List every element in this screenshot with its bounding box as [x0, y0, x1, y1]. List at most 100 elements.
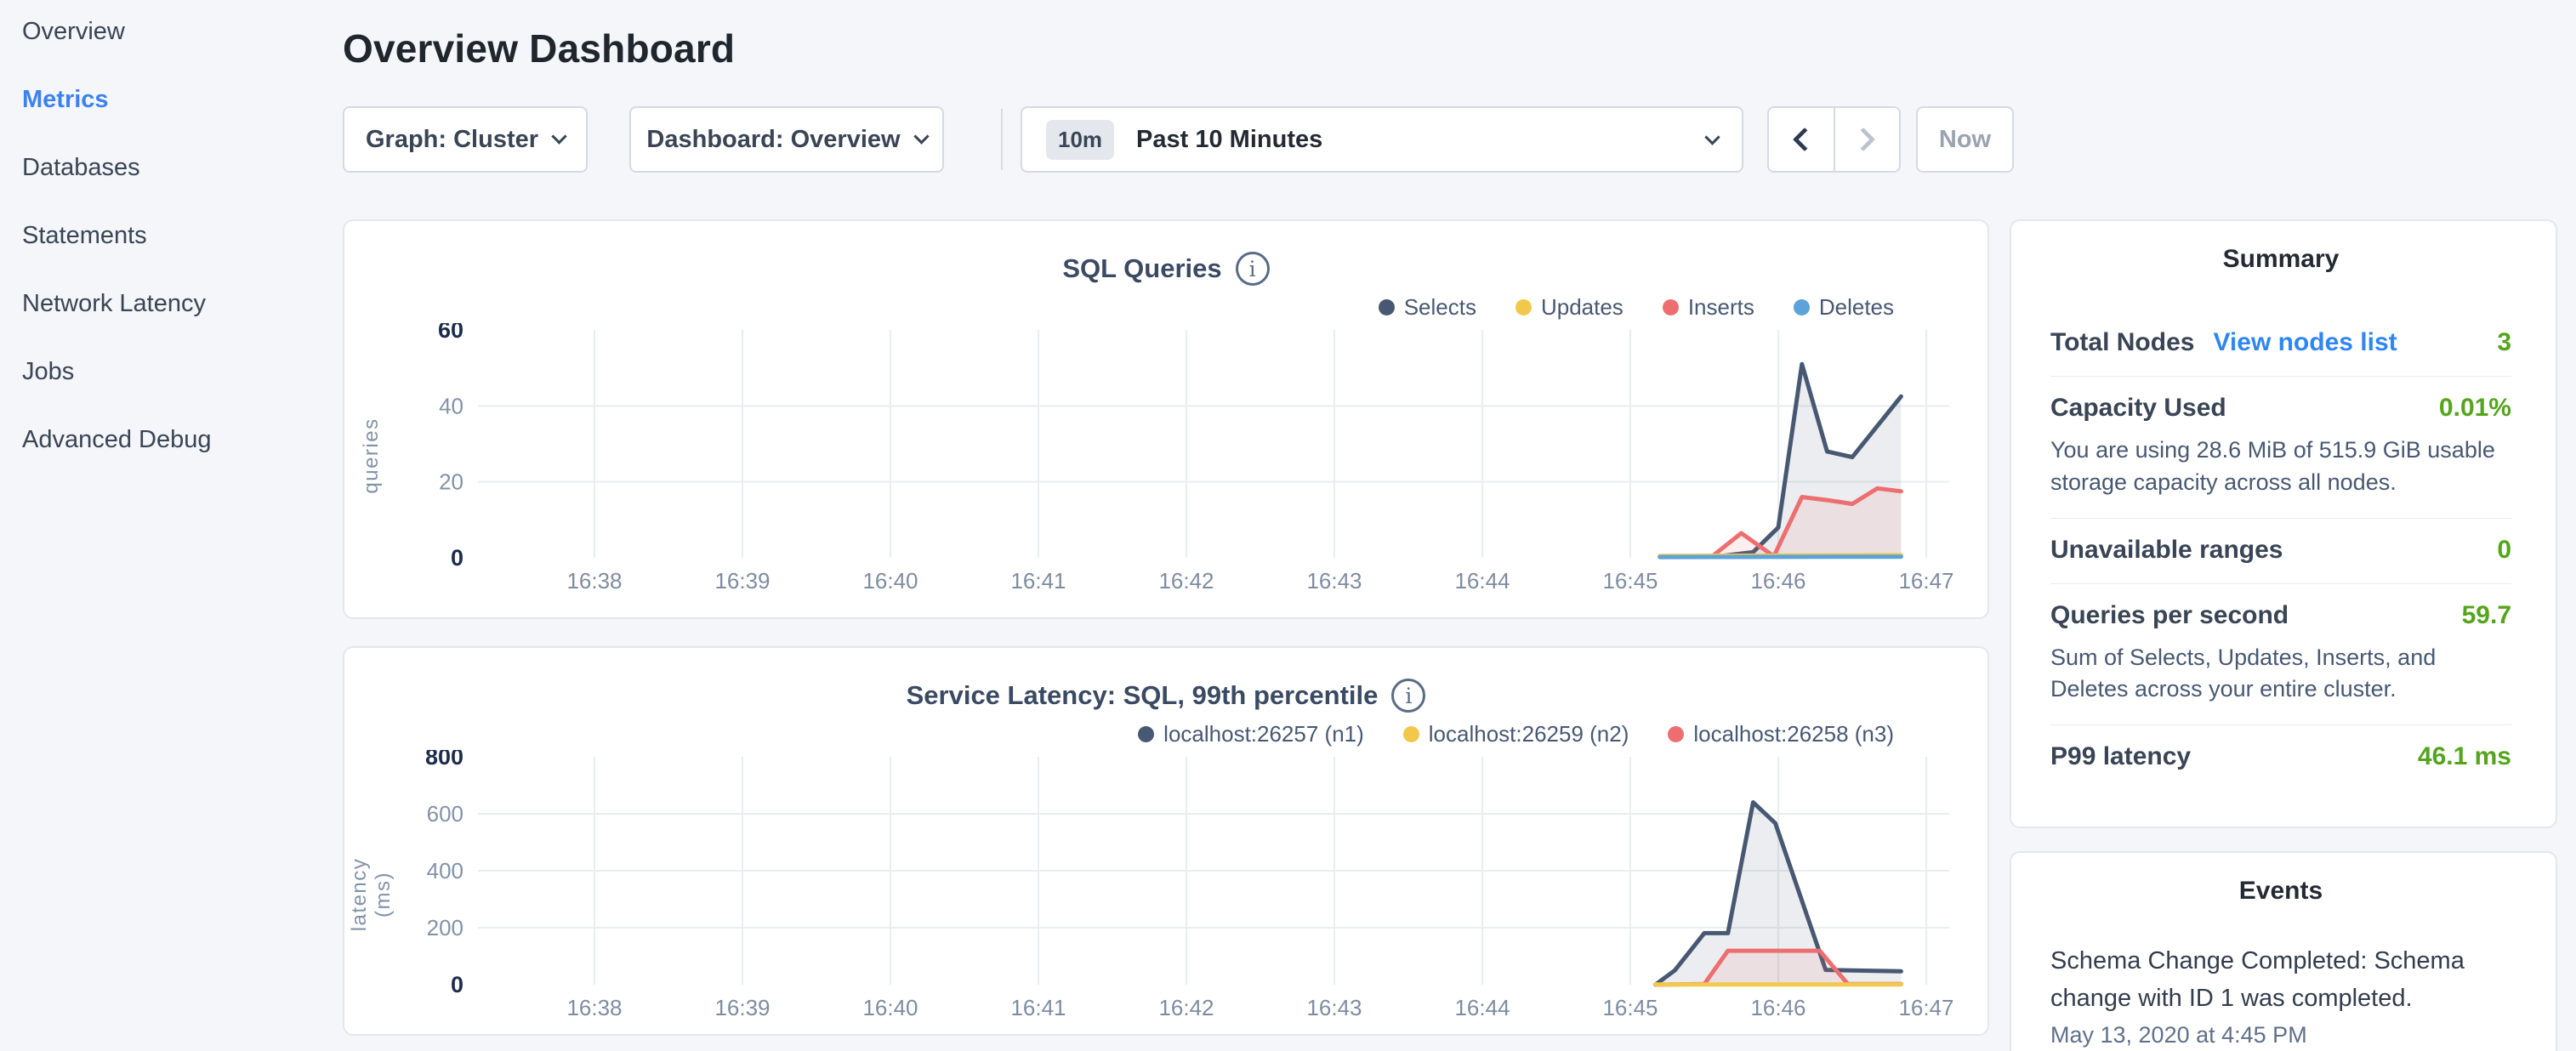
- svg-text:16:43: 16:43: [1306, 995, 1362, 1020]
- page-title: Overview Dashboard: [343, 26, 735, 71]
- summary-title: Summary: [2050, 245, 2511, 274]
- svg-text:16:40: 16:40: [862, 568, 918, 594]
- svg-text:20: 20: [439, 469, 463, 495]
- summary-label: P99 latency: [2050, 742, 2191, 771]
- events-title: Events: [2050, 877, 2511, 906]
- summary-value: 59.7: [2462, 601, 2511, 630]
- sidebar-item-advanced-debug[interactable]: Advanced Debug: [22, 418, 340, 461]
- time-back-button[interactable]: [1769, 108, 1834, 171]
- time-range-badge: 10m: [1046, 120, 1114, 160]
- now-button-label: Now: [1939, 126, 1991, 154]
- summary-value: 0: [2497, 536, 2511, 565]
- svg-text:400: 400: [427, 858, 463, 883]
- app-root: Overview Metrics Databases Statements Ne…: [0, 0, 2576, 1051]
- svg-text:16:46: 16:46: [1750, 568, 1805, 594]
- svg-text:16:41: 16:41: [1010, 568, 1066, 594]
- svg-text:800: 800: [425, 750, 463, 770]
- summary-label: Capacity Used: [2050, 394, 2226, 423]
- event-text: Schema Change Completed: Schema change w…: [2050, 943, 2511, 1017]
- info-icon[interactable]: i: [1236, 252, 1270, 286]
- toolbar-divider: [1001, 109, 1003, 170]
- svg-text:16:39: 16:39: [714, 995, 770, 1020]
- svg-text:16:44: 16:44: [1454, 995, 1510, 1020]
- time-range-dropdown[interactable]: 10m Past 10 Minutes: [1021, 106, 1743, 173]
- chart-svg: 16:3816:3916:4016:4116:4216:4316:4416:45…: [344, 323, 1991, 604]
- now-button[interactable]: Now: [1916, 106, 2014, 173]
- svg-text:600: 600: [427, 801, 463, 827]
- svg-text:16:38: 16:38: [566, 568, 622, 594]
- legend-item: localhost:26259 (n2): [1403, 721, 1629, 747]
- svg-text:16:40: 16:40: [862, 995, 918, 1020]
- summary-row-p99-latency: P99 latency 46.1 ms: [2050, 725, 2511, 790]
- summary-panel: Summary Total Nodes View nodes list 3 Ca…: [2010, 219, 2557, 828]
- time-forward-button[interactable]: [1834, 108, 1900, 171]
- svg-text:200: 200: [427, 915, 463, 940]
- chevron-left-icon: [1793, 128, 1817, 151]
- view-nodes-list-link[interactable]: View nodes list: [2213, 328, 2397, 357]
- legend-item: Deletes: [1794, 294, 1894, 321]
- chevron-down-icon: [1704, 129, 1720, 145]
- sidebar-item-overview[interactable]: Overview: [22, 10, 340, 53]
- summary-row-queries-per-second: Queries per second 59.7 Sum of Selects, …: [2050, 584, 2511, 725]
- chevron-right-icon: [1851, 128, 1875, 151]
- svg-text:16:38: 16:38: [566, 995, 622, 1020]
- legend-item: localhost:26257 (n1): [1138, 721, 1364, 747]
- legend-item: Inserts: [1663, 294, 1754, 321]
- svg-text:0: 0: [451, 545, 463, 571]
- summary-value: 0.01%: [2439, 394, 2511, 423]
- sidebar: Overview Metrics Databases Statements Ne…: [0, 0, 340, 1051]
- legend-dot: [1403, 726, 1419, 742]
- legend-item: localhost:26258 (n3): [1668, 721, 1894, 747]
- time-range-label: Past 10 Minutes: [1136, 126, 1322, 154]
- chart-title: Service Latency: SQL, 99th percentile: [907, 680, 1379, 711]
- service-latency-chart-card: Service Latency: SQL, 99th percentile i …: [343, 646, 1989, 1036]
- dashboard-dropdown[interactable]: Dashboard: Overview: [629, 106, 944, 173]
- dashboard-dropdown-label: Dashboard: Overview: [646, 126, 900, 154]
- sidebar-item-statements[interactable]: Statements: [22, 214, 340, 257]
- legend-dot: [1515, 299, 1532, 315]
- event-timestamp: May 13, 2020 at 4:45 PM: [2050, 1022, 2511, 1048]
- svg-text:60: 60: [438, 323, 463, 343]
- svg-text:16:47: 16:47: [1898, 568, 1953, 594]
- service-latency-plot[interactable]: 16:38 16:39 16:40 16:41 16:42 16:43 16:44 16:45…: [344, 750, 1991, 1031]
- legend-item: Updates: [1515, 294, 1624, 321]
- summary-description: You are using 28.6 MiB of 515.9 GiB usab…: [2050, 435, 2511, 499]
- svg-text:16:45: 16:45: [1602, 995, 1658, 1020]
- info-icon[interactable]: i: [1391, 679, 1425, 713]
- legend-dot: [1138, 726, 1154, 742]
- chevron-down-icon: [913, 128, 929, 144]
- events-panel: Events Schema Change Completed: Schema c…: [2010, 851, 2557, 1051]
- summary-label: Queries per second: [2050, 601, 2289, 630]
- summary-label: Unavailable ranges: [2050, 536, 2283, 565]
- svg-text:16:42: 16:42: [1158, 995, 1214, 1020]
- svg-text:16:42: 16:42: [1158, 568, 1214, 594]
- sidebar-item-network-latency[interactable]: Network Latency: [22, 282, 340, 325]
- legend-item: Selects: [1379, 294, 1476, 321]
- svg-text:40: 40: [439, 393, 463, 418]
- chart-legend: localhost:26257 (n1) localhost:26259 (n2)…: [1138, 721, 1894, 747]
- svg-text:16:43: 16:43: [1306, 568, 1362, 594]
- time-pager: [1767, 106, 1901, 173]
- summary-row-unavailable-ranges: Unavailable ranges 0: [2050, 519, 2511, 583]
- legend-dot: [1663, 299, 1679, 315]
- svg-text:16:46: 16:46: [1750, 995, 1805, 1020]
- chevron-down-icon: [551, 128, 566, 144]
- legend-dot: [1794, 299, 1810, 315]
- summary-row-total-nodes: Total Nodes View nodes list 3: [2050, 311, 2511, 376]
- summary-description: Sum of Selects, Updates, Inserts, and De…: [2050, 642, 2511, 707]
- sidebar-item-databases[interactable]: Databases: [22, 146, 340, 189]
- summary-value: 46.1 ms: [2418, 742, 2511, 771]
- graph-dropdown[interactable]: Graph: Cluster: [343, 106, 588, 173]
- svg-text:16:39: 16:39: [714, 568, 770, 594]
- graph-dropdown-label: Graph: Cluster: [366, 126, 538, 154]
- sidebar-item-jobs[interactable]: Jobs: [22, 350, 340, 393]
- chart-svg: 16:38 16:39 16:40 16:41 16:42 16:43 16:44 16:45…: [344, 750, 1991, 1031]
- sql-queries-chart-card: SQL Queries i Selects Updates Inserts Delet…: [343, 219, 1989, 619]
- svg-text:16:41: 16:41: [1010, 995, 1066, 1020]
- svg-text:0: 0: [451, 972, 463, 997]
- sidebar-item-metrics[interactable]: Metrics: [22, 78, 340, 121]
- sql-queries-plot[interactable]: 16:3816:3916:4016:4116:4216:4316:4416:45…: [344, 323, 1991, 604]
- event-item[interactable]: Schema Change Completed: Schema change w…: [2050, 943, 2511, 1048]
- chart-title: SQL Queries: [1062, 253, 1221, 284]
- summary-label: Total Nodes: [2050, 328, 2194, 357]
